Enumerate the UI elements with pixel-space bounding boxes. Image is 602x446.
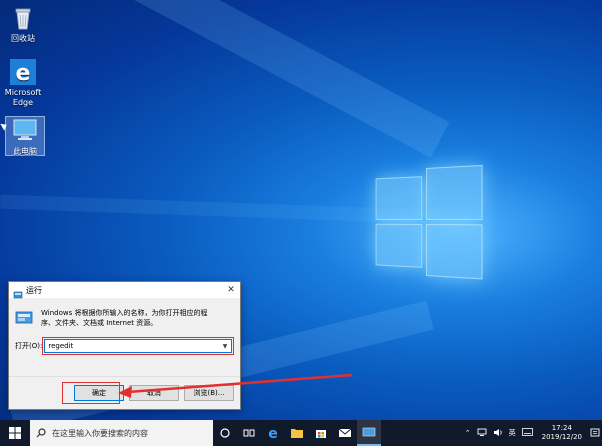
svg-text:e: e <box>268 426 278 440</box>
svg-text:e: e <box>16 61 31 86</box>
clock-date: 2019/12/20 <box>541 433 582 441</box>
run-icon <box>13 285 23 299</box>
volume-icon[interactable] <box>490 428 506 439</box>
input-language-indicator[interactable]: 英 <box>506 428 519 438</box>
windows-start-icon <box>9 427 21 439</box>
desktop-icon-recycle-bin[interactable]: 回收站 <box>0 4 47 44</box>
desktop-icon-label: 回收站 <box>11 34 35 43</box>
edge-icon: e <box>268 426 278 440</box>
wallpaper-beam <box>0 194 441 224</box>
desktop-icon-label: Microsoft Edge <box>4 88 42 107</box>
dialog-button-bar: 确定 取消 浏览(B)... <box>9 376 240 409</box>
edge-icon: e <box>9 58 37 86</box>
run-dialog: 运行 ✕ Windows 将根据你所输入的名称，为你打开相应的程序、文件夹、文档… <box>8 281 241 410</box>
chevron-up-icon[interactable]: ⌃ <box>462 429 474 437</box>
wallpaper-beam <box>42 0 450 158</box>
cortana-icon <box>220 428 230 438</box>
taskbar-file-explorer-button[interactable] <box>285 420 309 446</box>
run-program-icon <box>15 310 33 326</box>
taskbar-clock[interactable]: 17:24 2019/12/20 <box>536 424 588 442</box>
open-label: 打开(O): <box>15 342 43 350</box>
notification-icon <box>590 428 600 437</box>
taskbar-mail-button[interactable] <box>333 420 357 446</box>
taskbar-run-button[interactable] <box>357 420 381 446</box>
cancel-button[interactable]: 取消 <box>129 385 179 401</box>
run-dialog-title: 运行 <box>26 285 42 295</box>
browse-button[interactable]: 浏览(B)... <box>184 385 234 401</box>
open-combobox[interactable]: regedit ▼ <box>44 339 232 353</box>
clock-time: 17:24 <box>551 424 572 432</box>
desktop-icon-edge[interactable]: e Microsoft Edge <box>0 58 47 108</box>
taskbar-search-box[interactable]: 在这里输入你要搜索的内容 <box>30 420 213 446</box>
highlight-box-input: regedit ▼ <box>42 337 234 355</box>
keyboard-icon[interactable] <box>519 428 536 438</box>
start-button[interactable] <box>0 420 30 446</box>
system-tray: ⌃ 英 17:24 2019/12/20 <box>462 420 602 446</box>
store-icon <box>316 430 326 438</box>
recycle-bin-icon <box>9 4 37 32</box>
task-view-button[interactable] <box>237 420 261 446</box>
cortana-button[interactable] <box>213 420 237 446</box>
search-placeholder: 在这里输入你要搜索的内容 <box>52 428 148 438</box>
chevron-down-icon[interactable]: ▼ <box>219 343 231 350</box>
mail-icon <box>338 428 352 437</box>
run-description: Windows 将根据你所输入的名称，为你打开相应的程序、文件夹、文档或 Int… <box>41 309 208 327</box>
windows-logo <box>375 161 483 280</box>
open-input[interactable]: regedit <box>45 342 219 350</box>
highlight-box-ok <box>62 382 120 404</box>
close-button[interactable]: ✕ <box>222 282 240 298</box>
taskbar-store-button[interactable] <box>309 420 333 446</box>
folder-icon <box>291 429 303 438</box>
network-icon[interactable] <box>474 428 490 439</box>
run-dialog-titlebar[interactable]: 运行 ✕ <box>9 282 240 299</box>
taskbar-edge-button[interactable]: e <box>261 420 285 446</box>
task-view-icon <box>243 429 255 437</box>
computer-icon <box>11 117 39 145</box>
taskbar: 在这里输入你要搜索的内容 e ⌃ 英 17:24 2019/12/20 <box>0 420 602 446</box>
run-icon <box>362 427 376 437</box>
notification-center-button[interactable] <box>588 420 602 446</box>
search-icon <box>36 428 46 438</box>
desktop-icon-label: 此电脑 <box>13 147 37 156</box>
desktop-icon-this-pc[interactable]: 此电脑 <box>5 116 45 156</box>
